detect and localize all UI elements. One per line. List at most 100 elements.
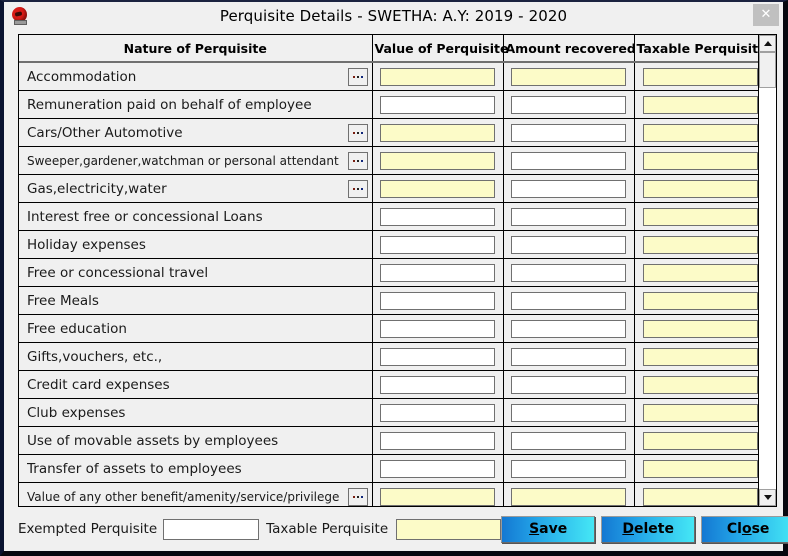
ellipsis-detail-button[interactable] — [347, 487, 368, 506]
perquisite-name-label: Holiday expenses — [27, 236, 146, 253]
column-header-taxable: Taxable Perquisite — [634, 35, 758, 63]
ellipsis-detail-button[interactable] — [347, 67, 368, 86]
window-title: Perquisite Details - SWETHA: A.Y: 2019 -… — [219, 7, 568, 25]
cell-value — [372, 286, 504, 315]
close-button[interactable]: Cl o se — [701, 515, 788, 543]
scrollbar-track[interactable] — [759, 52, 776, 489]
amount-recovered-input[interactable] — [511, 151, 626, 170]
taxable-perquisite-input[interactable] — [642, 151, 758, 170]
cell-taxable — [634, 314, 758, 343]
amount-recovered-input[interactable] — [511, 179, 626, 198]
taxable-perquisite-input[interactable] — [642, 431, 758, 450]
amount-recovered-input[interactable] — [511, 263, 626, 282]
cell-taxable — [634, 230, 758, 259]
column-header-nature: Nature of Perquisite — [19, 35, 373, 63]
scrollbar-thumb[interactable] — [759, 52, 776, 88]
table-row: Use of movable assets by employees — [19, 426, 758, 455]
table-row: Free or concessional travel — [19, 258, 758, 287]
value-of-perquisite-input[interactable] — [380, 431, 495, 450]
taxable-perquisite-input[interactable] — [642, 375, 758, 394]
perquisite-name-label: Transfer of assets to employees — [27, 460, 242, 477]
perquisite-name-label: Cars/Other Automotive — [27, 124, 183, 141]
amount-recovered-input[interactable] — [511, 375, 626, 394]
table-body: Accommodation Remuneration paid on behalf… — [19, 62, 758, 506]
amount-recovered-input[interactable] — [511, 235, 626, 254]
value-of-perquisite-input[interactable] — [380, 67, 495, 86]
vertical-scrollbar[interactable] — [758, 35, 776, 506]
value-of-perquisite-input[interactable] — [380, 207, 495, 226]
taxable-perquisite-input[interactable] — [642, 487, 758, 506]
cell-nature: Sweeper,gardener,watchman or personal at… — [19, 146, 373, 175]
cell-nature: Use of movable assets by employees — [19, 426, 373, 455]
taxable-perquisite-input[interactable] — [642, 263, 758, 282]
value-of-perquisite-input[interactable] — [380, 319, 495, 338]
table-row: Cars/Other Automotive — [19, 118, 758, 147]
scroll-up-arrow-icon[interactable] — [759, 35, 776, 52]
taxable-perquisite-input[interactable] — [642, 95, 758, 114]
taxable-perquisite-input[interactable] — [642, 67, 758, 86]
amount-recovered-input[interactable] — [511, 431, 626, 450]
cell-amount — [503, 174, 635, 203]
delete-button[interactable]: Delete — [601, 515, 696, 543]
amount-recovered-input[interactable] — [511, 95, 626, 114]
cell-amount — [503, 202, 635, 231]
amount-recovered-input[interactable] — [511, 403, 626, 422]
value-of-perquisite-input[interactable] — [380, 151, 495, 170]
amount-recovered-input[interactable] — [511, 123, 626, 142]
amount-recovered-input[interactable] — [511, 459, 626, 478]
value-of-perquisite-input[interactable] — [380, 347, 495, 366]
perquisite-name-label: Credit card expenses — [27, 376, 170, 393]
save-label-post: ave — [539, 521, 568, 537]
value-of-perquisite-input[interactable] — [380, 235, 495, 254]
save-button[interactable]: Save — [501, 515, 596, 543]
taxable-perquisite-input[interactable] — [642, 347, 758, 366]
value-of-perquisite-input[interactable] — [380, 487, 495, 506]
taxable-perquisite-input[interactable] — [642, 459, 758, 478]
cell-value — [372, 454, 504, 483]
value-of-perquisite-input[interactable] — [380, 459, 495, 478]
amount-recovered-input[interactable] — [511, 347, 626, 366]
grid-scroll-area: Nature of Perquisite Value of Perquisite… — [19, 35, 758, 506]
value-of-perquisite-input[interactable] — [380, 291, 495, 310]
amount-recovered-input[interactable] — [511, 319, 626, 338]
cell-nature: Value of any other benefit/amenity/servi… — [19, 482, 373, 506]
value-of-perquisite-input[interactable] — [380, 123, 495, 142]
taxable-perquisite-input[interactable] — [642, 179, 758, 198]
perquisite-table: Nature of Perquisite Value of Perquisite… — [19, 35, 758, 506]
taxable-perquisite-input[interactable] — [642, 235, 758, 254]
cell-value — [372, 202, 504, 231]
value-of-perquisite-input[interactable] — [380, 403, 495, 422]
value-of-perquisite-input[interactable] — [380, 95, 495, 114]
cell-amount — [503, 230, 635, 259]
ellipsis-detail-button[interactable] — [347, 179, 368, 198]
taxable-perquisite-input[interactable] — [642, 319, 758, 338]
cell-taxable — [634, 258, 758, 287]
cell-nature: Holiday expenses — [19, 230, 373, 259]
perquisite-name-label: Club expenses — [27, 404, 126, 421]
table-row: Gas,electricity,water — [19, 174, 758, 203]
scroll-down-arrow-icon[interactable] — [759, 489, 776, 506]
taxable-perquisite-input[interactable] — [396, 518, 502, 540]
value-of-perquisite-input[interactable] — [380, 375, 495, 394]
close-icon[interactable]: ✕ — [753, 4, 779, 26]
amount-recovered-input[interactable] — [511, 207, 626, 226]
value-of-perquisite-input[interactable] — [380, 263, 495, 282]
value-of-perquisite-input[interactable] — [380, 179, 495, 198]
taxable-perquisite-input[interactable] — [642, 123, 758, 142]
taxable-perquisite-input[interactable] — [642, 403, 758, 422]
table-row: Credit card expenses — [19, 370, 758, 399]
cell-taxable — [634, 398, 758, 427]
table-row: Transfer of assets to employees — [19, 454, 758, 483]
amount-recovered-input[interactable] — [511, 67, 626, 86]
taxable-perquisite-input[interactable] — [642, 207, 758, 226]
taxable-perquisite-input[interactable] — [642, 291, 758, 310]
amount-recovered-input[interactable] — [511, 291, 626, 310]
amount-recovered-input[interactable] — [511, 487, 626, 506]
ellipsis-detail-button[interactable] — [347, 123, 368, 142]
exempted-perquisite-input[interactable] — [163, 518, 260, 540]
cell-nature: Gas,electricity,water — [19, 174, 373, 203]
perquisite-name-label: Interest free or concessional Loans — [27, 208, 263, 225]
cell-amount — [503, 62, 635, 91]
ellipsis-detail-button[interactable] — [347, 151, 368, 170]
cell-taxable — [634, 286, 758, 315]
